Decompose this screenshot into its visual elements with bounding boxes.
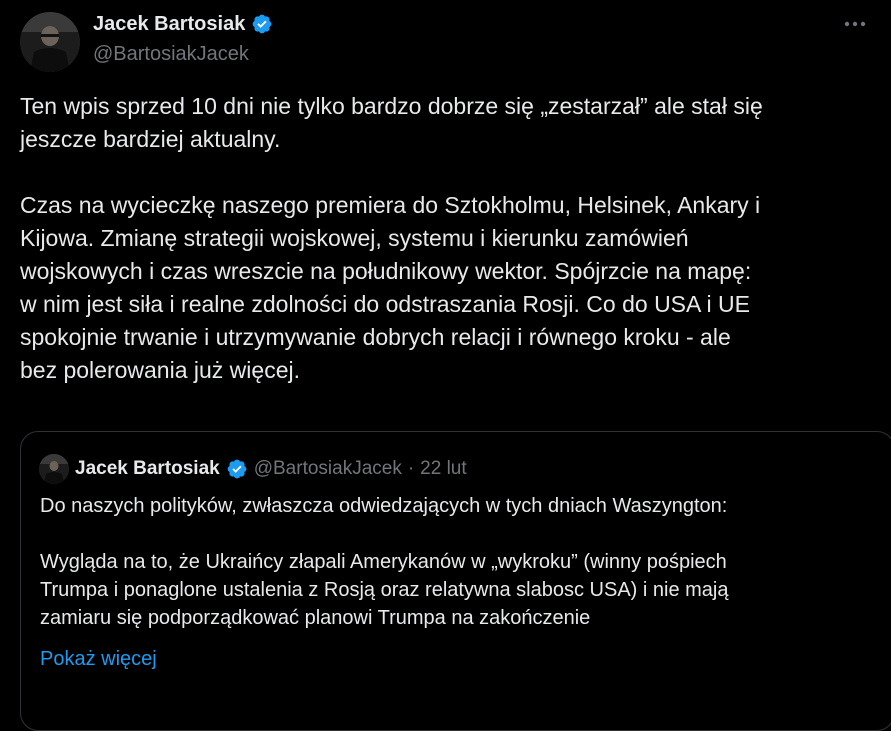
more-horizontal-icon (844, 21, 866, 27)
quoted-tweet[interactable]: Jacek Bartosiak @BartosiakJacek · 22 lut… (20, 431, 891, 731)
more-options-button[interactable] (841, 12, 869, 36)
quoted-tweet-header: Jacek Bartosiak @BartosiakJacek · 22 lut (39, 454, 467, 484)
author-avatar[interactable] (20, 12, 80, 72)
tweet-text: Ten wpis sprzed 10 dni nie tylko bardzo … (20, 93, 763, 383)
verified-badge-icon[interactable] (251, 13, 273, 35)
author-name-row[interactable]: Jacek Bartosiak (93, 12, 273, 36)
quoted-author-avatar (39, 454, 69, 484)
quoted-separator: · (407, 458, 415, 479)
show-more-link[interactable]: Pokaż więcej (40, 645, 157, 673)
quoted-date[interactable]: 22 lut (420, 457, 466, 481)
quoted-tweet-text: Do naszych polityków, zwłaszcza odwiedza… (40, 495, 729, 629)
quoted-author-handle: @BartosiakJacek (253, 458, 402, 479)
verified-badge-icon (226, 458, 248, 480)
author-name[interactable]: Jacek Bartosiak (93, 12, 245, 36)
quoted-author-name: Jacek Bartosiak (75, 458, 220, 479)
author-handle[interactable]: @BartosiakJacek (93, 42, 249, 66)
